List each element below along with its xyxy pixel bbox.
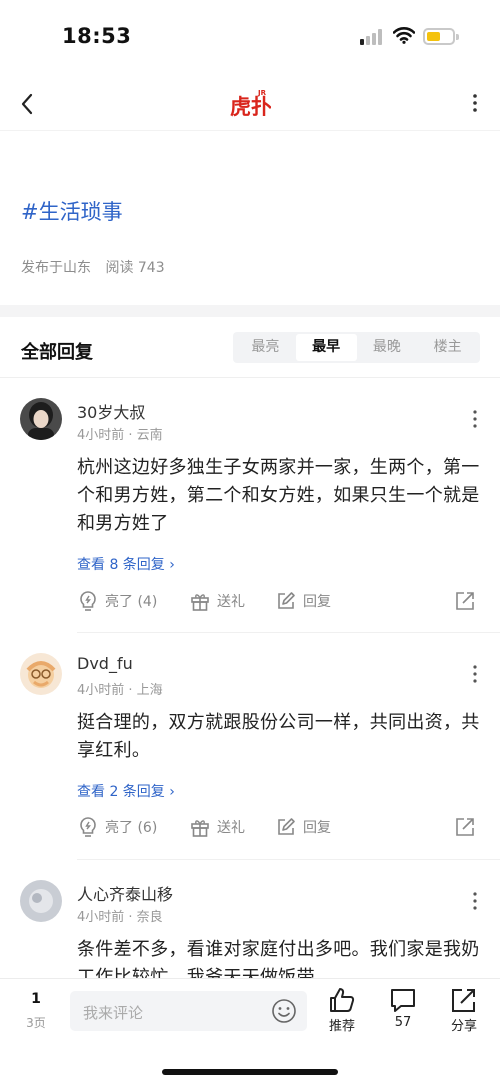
comment-meta: 4小时前 · 上海 [77,683,163,698]
emoji-icon[interactable] [271,998,297,1024]
home-indicator[interactable] [162,1069,338,1075]
edit-icon [278,818,295,835]
comment-text: 挺合理的，双方就跟股份公司一样，共同出资，共享红利。 [77,712,480,761]
share-icon [456,818,474,836]
view-replies-label: 查看 8 条回复 [77,557,165,573]
reply-button[interactable]: 回复 [275,816,331,838]
commenter-name[interactable]: Dvd_fu [77,654,133,673]
gift-button[interactable]: 送礼 [189,816,245,838]
share-label: 分享 [450,1019,477,1034]
comment-more-icon[interactable] [470,408,480,430]
reply-label: 回复 [303,594,331,610]
avatar[interactable] [20,880,62,922]
logo-badge: JR [257,89,267,97]
cellular-signal-icon [360,29,384,45]
avatar[interactable] [20,398,62,440]
view-replies-link[interactable]: 查看 2 条回复 › [77,781,175,801]
battery-icon [423,28,459,45]
status-bar: 18:53 [0,0,500,74]
share-comment-button[interactable] [454,590,482,612]
comment-more-icon[interactable] [470,890,480,912]
view-replies-label: 查看 2 条回复 [77,784,165,800]
sort-tab-earliest[interactable]: 最早 [295,334,357,361]
sort-tabs: 最亮 最早 最晚 楼主 [233,332,480,363]
thumbs-up-icon [330,988,355,1012]
post-location: 发布于山东 [21,260,91,276]
nav-divider [0,130,500,131]
like-count: 亮了 (4) [105,594,158,610]
sort-tab-latest[interactable]: 最晚 [357,334,418,361]
edit-icon [278,592,295,609]
view-replies-link[interactable]: 查看 8 条回复 › [77,554,175,574]
gift-icon [191,594,209,611]
lightbulb-icon [80,591,96,611]
share-icon [456,592,474,610]
comment-meta: 4小时前 · 云南 [77,428,163,443]
comment-item: 30岁大叔 4小时前 · 云南 杭州这边好多独生子女两家并一家，生两个，第一个和… [0,378,500,633]
like-count: 亮了 (6) [105,820,158,836]
comment-meta: 4小时前 · 奈良 [77,910,163,925]
status-time: 18:53 [62,24,132,48]
comment-text: 条件差不多，看谁对家庭付出多吧。我们家是我奶工作比较忙，我爷天天做饭带 [77,939,480,978]
share-button[interactable]: 分享 [442,987,486,1034]
comment-item: Dvd_fu 4小时前 · 上海 挺合理的，双方就跟股份公司一样，共同出资，共享… [0,633,500,860]
nav-bar: 虎扑 JR [0,74,500,132]
comment-input-placeholder: 我来评论 [83,1004,144,1022]
reply-label: 回复 [303,820,331,836]
comment-item: 人心齐泰山移 4小时前 · 奈良 条件差不多，看谁对家庭付出多吧。我们家是我奶工… [0,860,500,978]
post-read-count: 阅读 743 [105,260,165,276]
comment-bubble-icon [391,989,415,1012]
gift-label: 送礼 [217,820,245,836]
total-pages[interactable]: 3页 [20,1014,52,1031]
commenter-name[interactable]: 人心齐泰山移 [77,881,173,905]
lightbulb-icon [80,817,96,837]
comment-actions: 亮了 (4) 送礼 回复 [77,590,482,616]
comment-count: 57 [394,1015,412,1030]
replies-header: 全部回复 最亮 最早 最晚 楼主 [0,317,500,378]
chevron-right-icon: › [169,784,175,800]
comment-input[interactable]: 我来评论 [70,991,307,1031]
replies-title: 全部回复 [21,342,93,363]
share-comment-button[interactable] [454,816,482,838]
section-separator [0,305,500,317]
recommend-label: 推荐 [328,1019,355,1034]
recommend-button[interactable]: 推荐 [320,987,364,1034]
gift-icon [191,820,209,837]
like-button[interactable]: 亮了 (6) [77,816,157,838]
share-icon [452,989,475,1012]
bottom-bar: 1 3页 我来评论 推荐 57 分享 [0,978,500,1084]
comment-more-icon[interactable] [470,663,480,685]
post-meta: 发布于山东 阅读 743 [21,257,165,277]
wifi-icon [393,27,415,44]
gift-label: 送礼 [217,594,245,610]
sort-tab-op-only[interactable]: 楼主 [417,334,478,361]
comment-text: 杭州这边好多独生子女两家并一家，生两个，第一个和男方姓，第二个和女方姓，如果只生… [77,457,480,534]
reply-button[interactable]: 回复 [275,590,331,612]
like-button[interactable]: 亮了 (4) [77,590,157,612]
back-arrow-icon[interactable] [16,90,40,118]
sort-tab-brightest[interactable]: 最亮 [235,334,296,361]
commenter-name[interactable]: 30岁大叔 [77,399,145,423]
avatar[interactable] [20,653,62,695]
chevron-right-icon: › [169,557,175,573]
gift-button[interactable]: 送礼 [189,590,245,612]
topic-tag[interactable]: #生活琐事 [21,196,123,226]
hupu-logo: 虎扑 JR [230,89,271,119]
comments-button[interactable]: 57 [381,987,425,1030]
comment-actions: 亮了 (6) 送礼 回复 [77,816,482,842]
more-vertical-icon[interactable] [468,92,482,114]
logo-text: 虎扑 [230,95,271,119]
current-page[interactable]: 1 [20,991,52,1007]
